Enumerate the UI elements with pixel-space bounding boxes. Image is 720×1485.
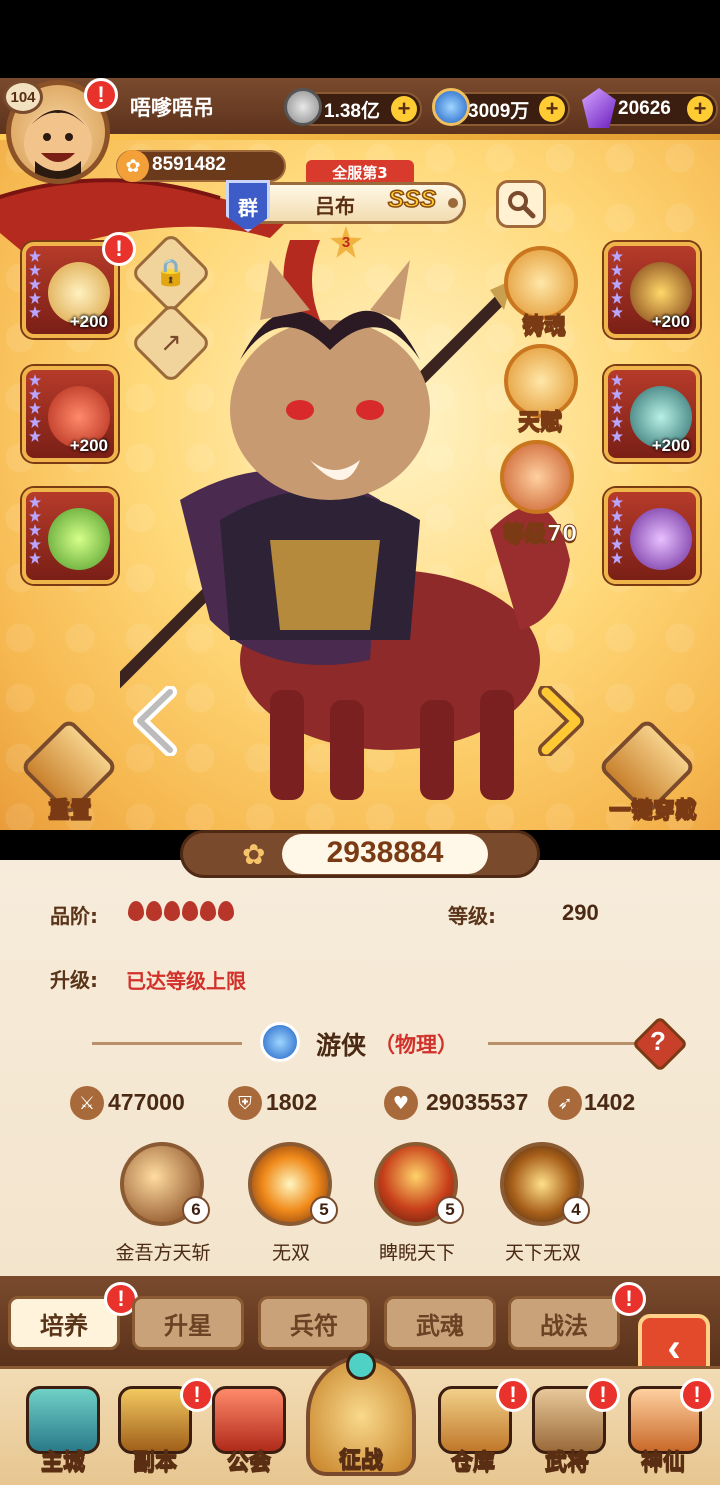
nav-warehouse[interactable]: 仓库	[428, 1444, 518, 1476]
forge-soul-label: 铸魂	[521, 314, 566, 340]
talent-label: 天赋	[517, 410, 562, 436]
skill-name-2: 无双	[271, 1242, 310, 1264]
equip-slot-right-1[interactable]: +200	[604, 242, 700, 338]
skill-name-3: 睥睨天下	[378, 1242, 455, 1264]
slot-stars	[611, 250, 625, 318]
slot-bonus: +200	[69, 312, 108, 331]
hero-name: 吕布	[315, 194, 355, 218]
hp-icon: ♥	[384, 1086, 418, 1120]
treasure-icon	[48, 508, 110, 570]
speed-value: 1402	[584, 1089, 636, 1115]
nav-alert-icon: !	[680, 1378, 714, 1412]
upgrade-label: 升级:	[50, 968, 98, 992]
nav-alert-icon: !	[180, 1378, 214, 1412]
nameplate-dot	[448, 198, 458, 208]
lock-icon: 🔒	[154, 258, 188, 288]
slot-stars	[611, 374, 625, 442]
next-hero-arrow[interactable]	[534, 686, 586, 756]
nav-generals[interactable]: 武将	[522, 1444, 612, 1476]
search-button[interactable]	[496, 180, 546, 228]
defense-icon: ⛨	[228, 1086, 262, 1120]
skill-name-1: 金吾方天斩	[115, 1242, 211, 1264]
battle-crest-icon	[346, 1350, 376, 1380]
hero-info-panel	[0, 860, 720, 1280]
nav-alert-icon: !	[496, 1378, 530, 1412]
skill-level-2: 5	[310, 1196, 338, 1224]
skill-level-3: 5	[436, 1196, 464, 1224]
level-label: 等级70	[502, 522, 578, 548]
slot-bonus: +200	[651, 436, 690, 455]
nav-main-city[interactable]: 主城	[18, 1444, 108, 1476]
previous-hero-arrow[interactable]	[130, 686, 182, 756]
avatar-alert-icon: !	[84, 78, 118, 112]
tab-war-soul[interactable]: 武魂	[384, 1296, 496, 1350]
equip-slot-left-2[interactable]: +200	[22, 366, 118, 462]
slot-alert-icon: !	[102, 232, 136, 266]
slot-stars	[611, 496, 625, 564]
skill-level-4: 4	[562, 1196, 590, 1224]
player-level-badge: 104	[3, 80, 43, 114]
slot-bonus: +200	[69, 436, 108, 455]
level-button[interactable]	[500, 440, 574, 514]
crystals-value: 20626	[618, 98, 671, 119]
gems-value: 3009万	[468, 100, 530, 122]
level-value: 290	[562, 900, 599, 925]
help-icon: ?	[650, 1026, 666, 1056]
class-name: 游侠	[316, 1031, 367, 1060]
coins-value: 1.38亿	[324, 100, 380, 122]
defense-value: 1802	[266, 1089, 318, 1115]
add-coins-button[interactable]: +	[391, 96, 417, 122]
upgrade-value: 已达等级上限	[126, 969, 246, 993]
speed-icon: ➶	[548, 1086, 582, 1120]
equip-slot-right-2[interactable]: +200	[604, 366, 700, 462]
skill-level-1: 6	[182, 1196, 210, 1224]
hp-value: 29035537	[426, 1089, 529, 1115]
status-bar	[0, 0, 720, 78]
slot-stars	[29, 374, 43, 442]
nav-dungeon[interactable]: 副本	[110, 1444, 200, 1476]
hero-power-value: 2938884	[326, 836, 444, 869]
share-icon: ↗	[160, 328, 182, 358]
player-name: 唔嗲唔吊	[130, 96, 214, 120]
equip-all-label: 一键穿戴	[608, 798, 697, 824]
add-gems-button[interactable]: +	[539, 96, 565, 122]
level-info-label: 等级:	[448, 904, 496, 928]
paw-icon: ✿	[242, 838, 266, 871]
attack-icon: ⚔	[70, 1086, 104, 1120]
token-icon	[630, 508, 692, 570]
ranger-class-icon	[260, 1022, 300, 1062]
slot-bonus: +200	[651, 312, 690, 331]
tab-tactics[interactable]: 战法	[508, 1296, 620, 1350]
hero-grade: SSS	[387, 185, 437, 214]
slot-stars	[29, 496, 43, 564]
divider-right	[488, 1042, 638, 1045]
search-icon	[508, 191, 536, 219]
tab-star-up[interactable]: 升星	[132, 1296, 244, 1350]
nav-immortals[interactable]: 神仙	[618, 1444, 708, 1476]
tab-alert-icon: !	[612, 1282, 646, 1316]
quality-drops	[128, 901, 236, 925]
divider-left	[92, 1042, 242, 1045]
player-power: 8591482	[152, 154, 226, 175]
gem-icon	[432, 88, 470, 126]
nav-battle[interactable]: 征战	[316, 1442, 406, 1474]
attack-value: 477000	[108, 1089, 185, 1115]
equip-slot-right-3[interactable]	[604, 488, 700, 584]
class-type: （物理）	[374, 1033, 458, 1057]
nav-guild[interactable]: 公会	[204, 1444, 294, 1476]
slot-stars	[29, 250, 43, 318]
quality-label: 品阶:	[50, 904, 98, 928]
paw-icon: ✿	[117, 150, 149, 182]
nav-alert-icon: !	[586, 1378, 620, 1412]
equip-slot-left-3[interactable]	[22, 488, 118, 584]
skill-name-4: 天下无双	[504, 1242, 581, 1264]
add-crystals-button[interactable]: +	[687, 96, 713, 122]
tab-train[interactable]: 培养	[8, 1296, 120, 1350]
coin-icon	[284, 88, 322, 126]
reset-label: 重置	[47, 798, 92, 824]
tab-tally[interactable]: 兵符	[258, 1296, 370, 1350]
